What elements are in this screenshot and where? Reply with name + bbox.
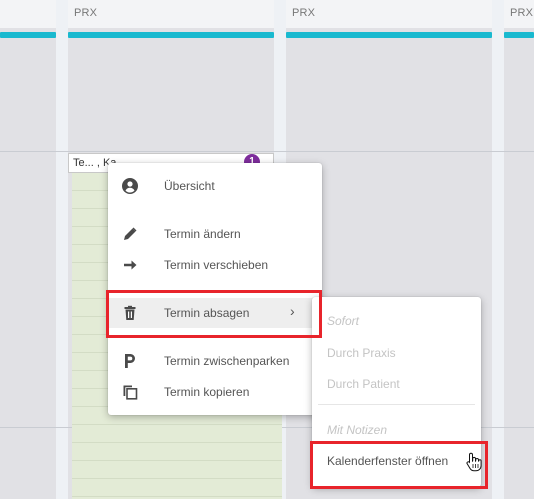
calendar-column-3[interactable]: PRX [504,0,534,499]
arrow-right-icon [124,260,137,270]
menu-item-uebersicht[interactable]: Übersicht [108,171,322,201]
submenu-item-durch-praxis[interactable]: Durch Praxis [327,346,396,360]
column-accent-bar [0,32,56,38]
submenu-item-sofort[interactable]: Sofort [327,314,359,328]
submenu-item-durch-patient[interactable]: Durch Patient [327,377,400,391]
hour-line [0,151,534,152]
pencil-icon [124,227,137,240]
menu-item-label: Termin zwischenparken [164,354,290,368]
submenu-divider [318,404,475,405]
account-circle-icon [122,178,138,194]
context-menu: Übersicht Termin ändern Termin verschieb… [108,163,322,415]
submenu-item-mit-notizen[interactable]: Mit Notizen [327,423,387,437]
column-header-label: PRX [74,7,98,19]
parking-p-icon [125,354,135,368]
menu-item-label: Termin verschieben [164,258,269,272]
calendar-column-partial [0,0,56,499]
column-header-label: PRX [510,7,534,19]
hand-cursor-icon [466,452,482,472]
copy-icon [123,385,138,400]
menu-item-label: Übersicht [164,179,215,193]
column-accent-bar [286,32,492,38]
highlight-termin-absagen [106,290,322,338]
column-accent-bar [504,32,534,38]
column-accent-bar [68,32,274,38]
menu-item-termin-aendern[interactable]: Termin ändern [108,219,322,249]
menu-item-label: Termin ändern [164,227,241,241]
menu-item-termin-verschieben[interactable]: Termin verschieben [108,250,322,280]
menu-item-termin-zwischenparken[interactable]: Termin zwischenparken [108,346,322,376]
menu-item-label: Termin kopieren [164,385,250,399]
menu-item-termin-kopieren[interactable]: Termin kopieren [108,377,322,407]
highlight-kalenderfenster-oeffnen [310,441,488,489]
column-header-label: PRX [292,7,316,19]
